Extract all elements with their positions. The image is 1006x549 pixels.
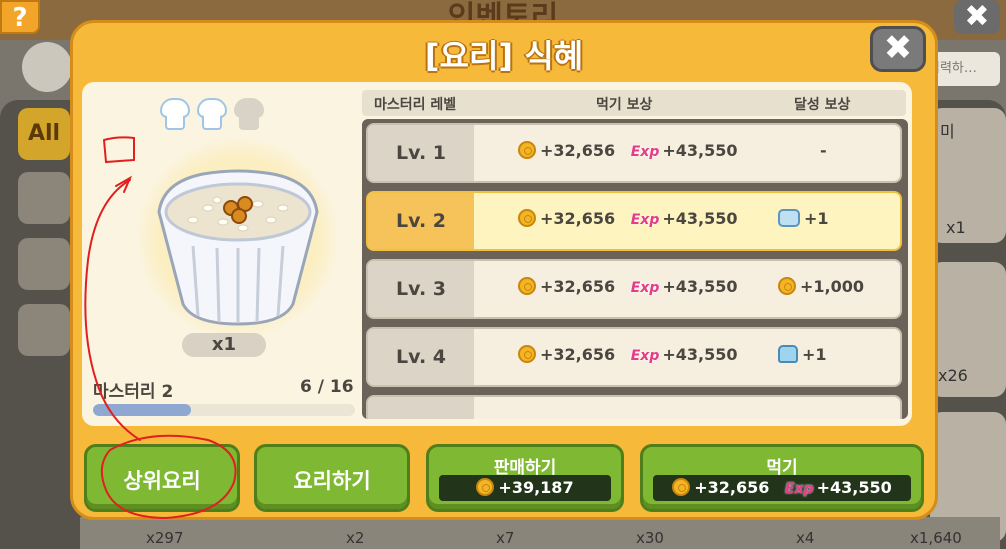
row-level: Lv. 3 (368, 261, 474, 317)
exp-reward: +43,550 (662, 345, 738, 364)
table-row-partial[interactable] (366, 395, 902, 419)
mastery-label: 마스터리 2 (93, 382, 174, 402)
header-level: 마스터리 레벨 (374, 97, 457, 113)
achieve-value: +1,000 (800, 277, 865, 296)
ticket-icon (778, 209, 800, 227)
exp-icon: Exp (784, 481, 814, 497)
sell-price-value: +39,187 (498, 478, 574, 497)
dish-quantity: x1 (182, 333, 266, 357)
item-count: x4 (796, 529, 815, 547)
coin-icon (476, 478, 495, 496)
row-achieve-reward: - (820, 141, 827, 160)
tab-tools[interactable] (18, 172, 70, 224)
item-count: x297 (146, 529, 184, 547)
tab-all[interactable]: All (18, 108, 70, 160)
row-achieve-reward: +1 (778, 209, 829, 228)
item-count: x26 (938, 366, 968, 385)
chef-hat-icon (197, 98, 228, 132)
row-achieve-reward: +1,000 (778, 277, 864, 296)
achieve-value: +1 (802, 345, 827, 364)
row-level (368, 397, 474, 419)
tab-chef-hat[interactable] (18, 238, 70, 290)
item-count: x30 (636, 529, 664, 547)
cook-label: 요리하기 (293, 469, 371, 493)
tab-ingredients[interactable] (18, 304, 70, 356)
coin-reward: +32,656 (540, 345, 616, 364)
item-label: 미 (940, 122, 955, 141)
table-row[interactable]: Lv. 1 +32,656 Exp +43,550 - (366, 123, 902, 183)
row-eat-reward: +32,656 Exp +43,550 (518, 141, 738, 160)
coin-icon (518, 345, 536, 363)
mastery-table-header: 마스터리 레벨 먹기 보상 달성 보상 (362, 90, 906, 116)
sell-button[interactable]: 판매하기 +39,187 (426, 444, 624, 512)
row-eat-reward: +32,656 Exp +43,550 (518, 345, 738, 364)
table-row-current[interactable]: Lv. 2 +32,656 Exp +43,550 +1 (366, 191, 902, 251)
exp-icon: Exp (630, 144, 660, 160)
coin-reward: +32,656 (540, 277, 616, 296)
modal-title: [요리] 식혜 (424, 37, 584, 75)
mastery-count: 6 / 16 (300, 377, 354, 397)
item-count: x2 (346, 529, 365, 547)
row-level: Lv. 2 (368, 193, 474, 249)
coin-icon (518, 277, 536, 295)
coin-icon (672, 478, 691, 496)
upper-recipe-label: 상위요리 (123, 469, 201, 493)
eat-rewards: +32,656 Exp +43,550 (653, 475, 911, 501)
inventory-bottom-row (80, 517, 1000, 549)
chef-hat-icon (160, 98, 190, 132)
shirt-icon (778, 345, 798, 363)
coin-icon (518, 209, 536, 227)
coin-reward: +32,656 (540, 209, 616, 228)
achieve-value: - (820, 141, 827, 160)
eat-exp-value: +43,550 (816, 478, 892, 497)
eat-coin-value: +32,656 (694, 478, 770, 497)
exp-reward: +43,550 (662, 209, 738, 228)
eat-button[interactable]: 먹기 +32,656 Exp +43,550 (640, 444, 924, 512)
exp-icon: Exp (630, 280, 660, 296)
mastery-progress-fill (93, 404, 192, 416)
item-count: x1 (946, 218, 966, 237)
coin-reward: +32,656 (540, 141, 616, 160)
cook-button[interactable]: 요리하기 (254, 444, 410, 512)
mastery-hats (160, 98, 266, 136)
upper-recipe-button[interactable]: 상위요리 (84, 444, 240, 512)
table-row[interactable]: Lv. 4 +32,656 Exp +43,550 +1 (366, 327, 902, 387)
exp-reward: +43,550 (662, 141, 738, 160)
sell-price: +39,187 (439, 475, 611, 501)
row-eat-reward: +32,656 Exp +43,550 (518, 209, 738, 228)
row-level: Lv. 4 (368, 329, 474, 385)
item-count: x7 (496, 529, 515, 547)
inventory-close-button[interactable]: ✖ (954, 0, 1000, 34)
row-achieve-reward: +1 (778, 345, 827, 364)
modal-close-button[interactable]: ✖ (870, 26, 926, 72)
coin-icon (778, 277, 796, 295)
coin-icon (518, 141, 536, 159)
row-level: Lv. 1 (368, 125, 474, 181)
header-eat-reward: 먹기 보상 (596, 97, 653, 113)
chef-hat-empty-icon (234, 98, 265, 132)
exp-icon: Exp (630, 348, 660, 364)
achieve-value: +1 (804, 209, 829, 228)
sikhye-bowl-image (157, 169, 319, 326)
row-eat-reward: +32,656 Exp +43,550 (518, 277, 738, 296)
mastery-progress-bar (93, 404, 355, 416)
chef-avatar (22, 42, 72, 92)
exp-icon: Exp (630, 212, 660, 228)
item-count: x1,640 (910, 529, 962, 547)
exp-reward: +43,550 (662, 277, 738, 296)
header-achieve-reward: 달성 보상 (794, 97, 851, 113)
mastery-table[interactable]: Lv. 1 +32,656 Exp +43,550 - Lv. 2 +32,656… (362, 119, 908, 419)
help-button[interactable]: ? (0, 0, 40, 34)
table-row[interactable]: Lv. 3 +32,656 Exp +43,550 +1,000 (366, 259, 902, 319)
